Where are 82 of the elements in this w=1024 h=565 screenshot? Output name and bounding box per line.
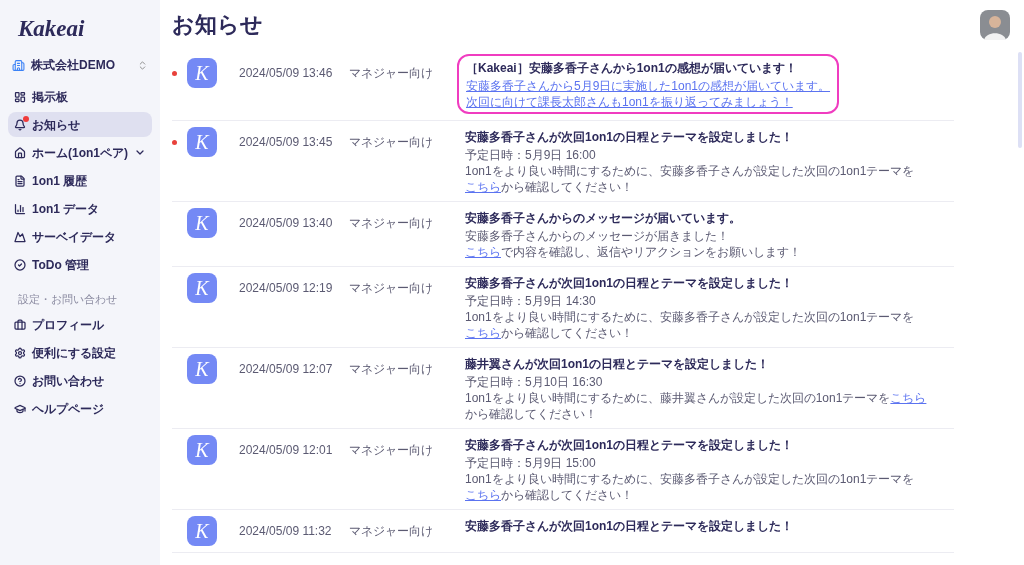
app-icon: K <box>187 208 217 238</box>
app-icon: K <box>187 127 217 157</box>
message-link[interactable]: こちら <box>465 180 501 194</box>
nav-item[interactable]: ホーム(1on1ペア) <box>8 140 152 165</box>
message-link[interactable]: 次回に向けて課長太郎さんも1on1を振り返ってみましょう！ <box>466 95 793 109</box>
app-icon: K <box>187 58 217 88</box>
nav-item[interactable]: お知らせ <box>8 112 152 137</box>
message-title: 安藤多香子さんからのメッセージが届いています。 <box>465 210 742 227</box>
check-circle-icon <box>14 258 26 271</box>
message-link[interactable]: 安藤多香子さんから5月9日に実施した1on1の感想が届いています。 <box>466 79 831 93</box>
notification-date: 2024/05/09 11:32 <box>239 523 333 540</box>
message-link[interactable]: こちら <box>465 245 501 259</box>
notification-row[interactable]: K 2024/05/09 13:45 マネジャー向け 安藤多香子さんが次回1on1の日程とテーマを設定しました！ 予定日時：5月9日 16:00 1on1をより良い時間にするために、安藤多香子さんが設定した次回の1on1テーマを こちらから確認してください！ <box>172 121 954 202</box>
nav-item[interactable]: プロフィール <box>8 312 152 338</box>
nav-item[interactable]: 便利にする設定 <box>8 340 152 366</box>
notification-row[interactable]: K 2024/05/09 12:01 マネジャー向け 安藤多香子さんが次回1on1の日程とテーマを設定しました！ 予定日時：5月9日 15:00 1on1をより良い時間にするために、安藤多香子さんが設定した次回の1on1テーマを こちらから確認してください！ <box>172 429 954 510</box>
message-text: 安藤多香子さんからのメッセージが届きました！ <box>465 228 730 244</box>
notification-row[interactable]: K 2024/05/09 13:46 マネジャー向け ［Kakeai］安藤多香子さんから1on1の感想が届いています！ 安藤多香子さんから5月9日に実施した1on1の感想が届いています。 次回に向けて課長太郎さんも1on1を振り返ってみましょう！ <box>172 52 954 121</box>
message-title: 安藤多香子さんが次回1on1の日程とテーマを設定しました！ <box>465 129 794 146</box>
bar-chart-icon <box>14 202 26 215</box>
notification-date: 2024/05/09 12:01 <box>239 442 334 459</box>
message-text: 予定日時：5月9日 14:30 <box>465 293 597 309</box>
notification-row[interactable]: K 2024/05/09 13:40 マネジャー向け 安藤多香子さんからのメッセージが届いています。 安藤多香子さんからのメッセージが届きました！ こちらで内容を確認し、返信やリアクションをお願いします！ <box>172 202 954 267</box>
message-link[interactable]: こちら <box>465 326 501 340</box>
graduation-cap-icon <box>14 403 26 415</box>
logo: Kakeai <box>17 15 86 43</box>
message-text: 予定日時：5月9日 16:00 <box>465 147 597 163</box>
up-down-icon <box>137 59 148 71</box>
message-title: 藤井翼さんが次回1on1の日程とテーマを設定しました！ <box>465 356 770 373</box>
scrollbar[interactable] <box>1018 52 1022 148</box>
user-avatar[interactable] <box>980 10 1010 40</box>
notification-row[interactable]: K 2024/05/09 12:19 マネジャー向け 安藤多香子さんが次回1on1の日程とテーマを設定しました！ 予定日時：5月9日 14:30 1on1をより良い時間にするために、安藤多香子さんが設定した次回の1on1テーマを こちらから確認してください！ <box>172 267 954 348</box>
notification-date: 2024/05/09 13:40 <box>239 215 334 232</box>
message-text: 1on1をより良い時間にするために、安藤多香子さんが設定した次回の1on1テーマを こちらから確認してください！ <box>465 471 916 503</box>
notification-audience: マネジャー向け <box>349 361 434 378</box>
nav-item[interactable]: サーベイデータ <box>8 224 152 249</box>
app-icon: K <box>187 516 217 546</box>
app-icon: K <box>187 435 217 465</box>
organization-selector[interactable]: 株式会社DEMO <box>0 50 160 80</box>
dashboard-icon <box>14 90 26 103</box>
app-icon: K <box>187 273 217 303</box>
message-title: 安藤多香子さんが次回1on1の日程とテーマを設定しました！ <box>465 437 794 454</box>
notification-audience: マネジャー向け <box>349 280 434 297</box>
notification-audience: マネジャー向け <box>349 65 434 82</box>
message-text: 1on1をより良い時間にするために、藤井翼さんが設定した次回の1on1テーマをこちら から確認してください！ <box>465 390 928 422</box>
message-title: 安藤多香子さんが次回1on1の日程とテーマを設定しました！ <box>465 518 794 535</box>
notification-date: 2024/05/09 12:19 <box>239 280 334 297</box>
notification-date: 2024/05/09 13:45 <box>239 134 334 151</box>
briefcase-icon <box>14 319 26 331</box>
message-link[interactable]: こちら <box>890 391 927 405</box>
notification-audience: マネジャー向け <box>349 215 434 232</box>
nav-item[interactable]: ヘルプページ <box>8 396 152 422</box>
notification-audience: マネジャー向け <box>349 134 434 151</box>
house-icon <box>14 146 26 159</box>
nav-item[interactable]: ToDo 管理 <box>8 252 152 277</box>
message-text: こちらで内容を確認し、返信やリアクションをお願いします！ <box>465 244 802 260</box>
notification-row[interactable]: K 2024/05/09 11:32 マネジャー向け 安藤多香子さんが次回1on1の日程とテーマを設定しました！ <box>172 510 954 553</box>
notification-date: 2024/05/09 12:07 <box>239 361 334 378</box>
notification-audience: マネジャー向け <box>349 523 434 540</box>
message-text: 予定日時：5月9日 15:00 <box>465 455 597 471</box>
document-icon <box>14 174 26 187</box>
message-text: 予定日時：5月10日 16:30 <box>465 374 604 390</box>
message-text: 1on1をより良い時間にするために、安藤多香子さんが設定した次回の1on1テーマを こちらから確認してください！ <box>465 163 916 195</box>
message-text: 1on1をより良い時間にするために、安藤多香子さんが設定した次回の1on1テーマを こちらから確認してください！ <box>465 309 916 341</box>
nav-item[interactable]: 1on1 履歴 <box>8 168 152 193</box>
nav-item[interactable]: お問い合わせ <box>8 368 152 394</box>
page-title: お知らせ <box>172 11 264 39</box>
gear-icon <box>14 347 26 359</box>
mountain-icon <box>14 230 26 243</box>
help-icon <box>14 375 26 387</box>
nav-item[interactable]: 掲示板 <box>8 84 152 109</box>
notification-date: 2024/05/09 13:46 <box>239 65 334 82</box>
notification-row[interactable]: K 2024/05/09 12:07 マネジャー向け 藤井翼さんが次回1on1の日程とテーマを設定しました！ 予定日時：5月10日 16:30 1on1をより良い時間にするために、藤井翼さんが設定した次回の1on1テーマをこちら から確認してください！ <box>172 348 954 429</box>
message-link[interactable]: こちら <box>465 488 501 502</box>
section-title: 設定・お問い合わせ <box>17 292 118 307</box>
building-icon <box>12 58 25 72</box>
app-icon: K <box>187 354 217 384</box>
notification-audience: マネジャー向け <box>349 442 434 459</box>
nav-item[interactable]: 1on1 データ <box>8 196 152 221</box>
bell-icon <box>14 118 26 131</box>
message-title: 安藤多香子さんが次回1on1の日程とテーマを設定しました！ <box>465 275 794 292</box>
message-title: ［Kakeai］安藤多香子さんから1on1の感想が届いています！ <box>466 60 798 77</box>
